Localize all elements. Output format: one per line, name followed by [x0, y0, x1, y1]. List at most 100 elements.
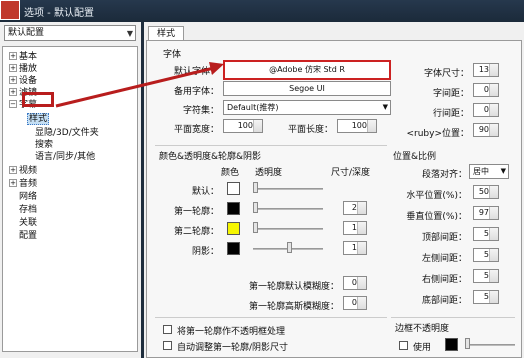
shadow-color-label: 阴影：: [191, 247, 219, 257]
tree-item-config[interactable]: 配置: [19, 230, 37, 242]
col-size-header: 尺寸/深度: [331, 168, 371, 178]
charset-select-value: Default(推荐): [227, 103, 279, 112]
align-select[interactable]: 居中 ▼: [469, 164, 509, 179]
align-label: 段落对齐：: [421, 170, 467, 180]
expand-icon[interactable]: +: [9, 64, 17, 72]
outline1-color-label: 第一轮廓：: [173, 207, 219, 217]
char-spacing-label: 字间距：: [432, 89, 469, 99]
outline-gaussian-spinner[interactable]: 0: [343, 296, 367, 310]
position-group-title: 位置&比例: [393, 152, 437, 162]
tree-item-basic[interactable]: + 基本: [9, 51, 37, 63]
tree-item-archive[interactable]: 存档: [19, 204, 37, 216]
outline1-opacity-slider[interactable]: [253, 208, 323, 210]
font-group-title: 字体: [163, 50, 182, 60]
fallback-font-field[interactable]: Segoe UI: [223, 81, 391, 96]
expand-icon[interactable]: +: [9, 166, 17, 174]
col-color-header: 颜色: [221, 168, 240, 178]
line-spacing-label: 行间距：: [432, 109, 469, 119]
h-length-spinner[interactable]: 100: [337, 119, 377, 133]
charset-select[interactable]: Default(推荐) ▼: [223, 100, 391, 115]
default-color-swatch[interactable]: [227, 182, 240, 195]
col-opacity-header: 透明度: [255, 168, 283, 178]
divider: [155, 145, 387, 146]
tab-style[interactable]: 样式: [148, 26, 184, 41]
divider: [155, 317, 387, 318]
tree-item-language-sync-other[interactable]: 语言/同步/其他: [35, 151, 95, 163]
bottom-margin-label: 底部间距：: [421, 296, 467, 306]
line-spacing-spinner[interactable]: 0: [473, 103, 499, 117]
tree-item-search[interactable]: 搜索: [35, 139, 53, 151]
h-width-label: 平面宽度：: [173, 125, 219, 135]
tree-item-audio[interactable]: + 音频: [9, 178, 37, 190]
font-size-spinner[interactable]: 13: [473, 63, 499, 77]
bottom-margin-spinner[interactable]: 5: [473, 290, 499, 304]
left-margin-spinner[interactable]: 5: [473, 248, 499, 262]
highlight-box: [22, 92, 54, 107]
expand-icon[interactable]: +: [9, 88, 17, 96]
default-font-label: 默认字体：: [173, 67, 219, 77]
align-select-value: 居中: [473, 167, 489, 176]
tree-item-display-3d-folder[interactable]: 显隐/3D/文件夹: [35, 127, 99, 139]
ruby-position-spinner[interactable]: 90: [473, 123, 499, 137]
charset-label: 字符集：: [182, 106, 219, 116]
outline-gaussian-label: 第一轮廓高斯模糊度：: [248, 302, 339, 312]
chevron-down-icon: ▼: [382, 103, 388, 111]
h-width-spinner[interactable]: 100: [223, 119, 263, 133]
window-title: 选项 - 默认配置: [24, 8, 94, 19]
expand-icon[interactable]: +: [9, 179, 17, 187]
expand-icon[interactable]: +: [9, 76, 17, 84]
default-opacity-thumb[interactable]: [253, 182, 258, 193]
outline2-opacity-thumb[interactable]: [253, 222, 258, 233]
border-use-label: 使用: [413, 343, 432, 353]
right-panel: 样式 字体 默认字体： @Adobe 仿宋 Std R 备用字体： Segoe …: [144, 22, 524, 358]
shadow-size-spinner[interactable]: 1: [343, 241, 367, 255]
opaque-box-checkbox[interactable]: [163, 325, 172, 334]
h-position-spinner[interactable]: 50: [473, 185, 499, 199]
border-color-swatch[interactable]: [445, 338, 458, 351]
border-opacity-slider[interactable]: [465, 344, 515, 346]
border-use-checkbox[interactable]: [399, 341, 408, 350]
chevron-down-icon: ▼: [500, 167, 506, 175]
outline2-opacity-slider[interactable]: [253, 228, 323, 230]
tree-item-device[interactable]: + 设备: [9, 75, 37, 87]
outline2-color-swatch[interactable]: [227, 222, 240, 235]
char-spacing-spinner[interactable]: 0: [473, 83, 499, 97]
tree-item-network[interactable]: 网络: [19, 191, 37, 203]
outline2-size-spinner[interactable]: 1: [343, 221, 367, 235]
chevron-down-icon: ▼: [126, 29, 133, 38]
v-position-spinner[interactable]: 97: [473, 206, 499, 220]
shadow-color-swatch[interactable]: [227, 242, 240, 255]
top-margin-label: 顶部间距：: [421, 233, 467, 243]
default-opacity-slider[interactable]: [253, 188, 323, 190]
outline-blur-spinner[interactable]: 0: [343, 276, 367, 290]
default-font-field[interactable]: @Adobe 仿宋 Std R: [223, 60, 391, 80]
auto-adjust-checkbox[interactable]: [163, 341, 172, 350]
expand-icon[interactable]: +: [9, 52, 17, 60]
tree-item-video[interactable]: + 视频: [9, 165, 37, 177]
v-position-label: 垂直位置(%)：: [406, 212, 467, 222]
title-bar: 选项 - 默认配置: [0, 0, 524, 22]
left-panel: 默认配置 ▼ + 基本 + 播放 + 设备 + 滤镜 − 字幕 样式 显隐/3D/文件夹 …: [0, 22, 141, 358]
tree-item-style[interactable]: 样式: [27, 113, 50, 125]
left-margin-label: 左侧间距：: [421, 254, 467, 264]
profile-select-value: 默认配置: [8, 28, 45, 38]
opaque-box-label: 将第一轮廓作不透明框处理: [177, 327, 286, 337]
tree-item-association[interactable]: 关联: [19, 217, 37, 229]
default-color-label: 默认：: [191, 187, 219, 197]
shadow-opacity-thumb[interactable]: [287, 242, 292, 253]
outline2-color-label: 第二轮廓：: [173, 227, 219, 237]
right-margin-spinner[interactable]: 5: [473, 269, 499, 283]
outline1-opacity-thumb[interactable]: [253, 202, 258, 213]
auto-adjust-label: 自动调整第一轮廓/阴影尺寸: [177, 343, 289, 353]
outline1-size-spinner[interactable]: 2: [343, 201, 367, 215]
border-opacity-thumb[interactable]: [465, 338, 470, 349]
profile-select[interactable]: 默认配置 ▼: [4, 25, 136, 41]
collapse-icon[interactable]: −: [9, 100, 17, 108]
border-group-title: 边框不透明度: [395, 324, 450, 334]
tab-body: 字体 默认字体： @Adobe 仿宋 Std R 备用字体： Segoe UI …: [146, 40, 522, 358]
top-margin-spinner[interactable]: 5: [473, 227, 499, 241]
outline1-color-swatch[interactable]: [227, 202, 240, 215]
tree-item-playback[interactable]: + 播放: [9, 63, 37, 75]
app-icon: [0, 0, 20, 20]
right-margin-label: 右侧间距：: [421, 275, 467, 285]
